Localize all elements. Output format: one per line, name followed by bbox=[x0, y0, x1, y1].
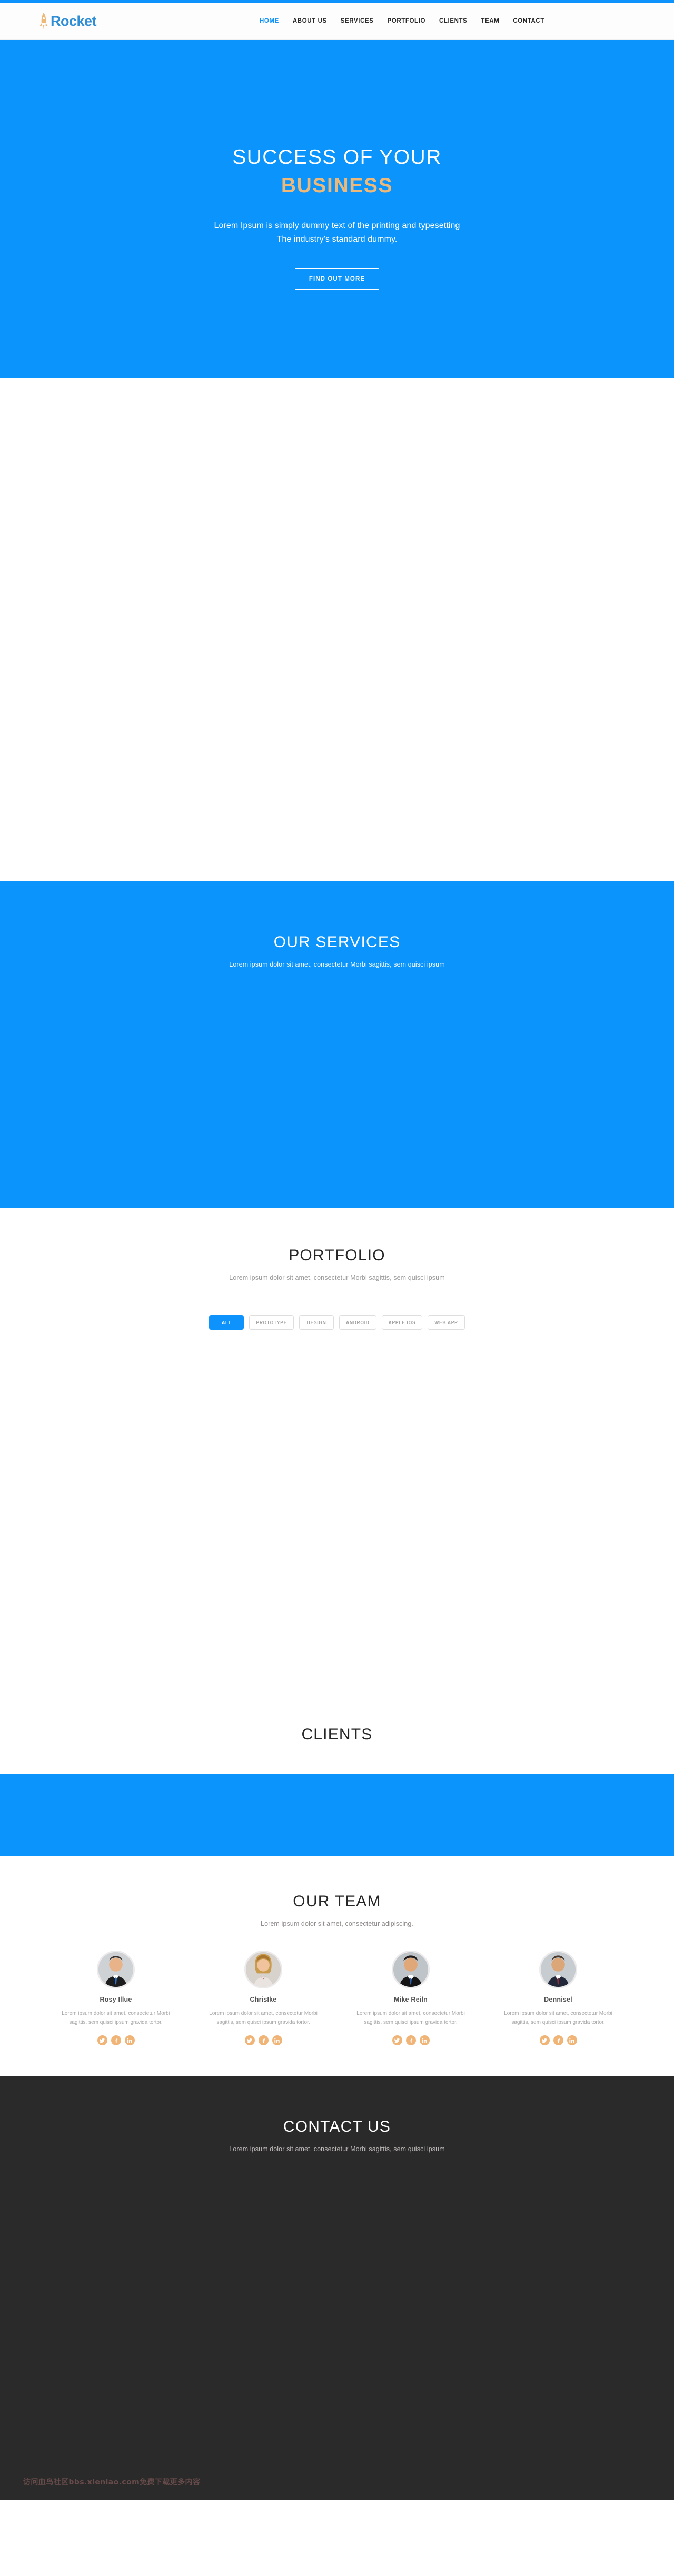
member-socials bbox=[343, 2035, 479, 2046]
portfolio-subtitle: Lorem ipsum dolor sit amet, consectetur … bbox=[229, 1274, 445, 1281]
team-member-card: Dennisel Lorem ipsum dolor sit amet, con… bbox=[490, 1951, 626, 2046]
twitter-icon[interactable] bbox=[539, 2035, 550, 2046]
facebook-icon[interactable] bbox=[405, 2035, 416, 2046]
main-nav: HOME ABOUT US SERVICES PORTFOLIO CLIENTS… bbox=[253, 3, 551, 39]
member-description: Lorem ipsum dolor sit amet, consectetur … bbox=[504, 2011, 612, 2026]
services-section: OUR SERVICES Lorem ipsum dolor sit amet,… bbox=[0, 881, 674, 1208]
member-description: Lorem ipsum dolor sit amet, consectetur … bbox=[356, 2011, 465, 2026]
portfolio-grid bbox=[0, 1330, 674, 1604]
contact-section: CONTACT US Lorem ipsum dolor sit amet, c… bbox=[0, 2076, 674, 2500]
watermark-text: 访问血鸟社区bbs.xienlao.com免费下载更多内容 bbox=[23, 2478, 201, 2487]
hero-title-line1: SUCCESS OF YOUR bbox=[232, 146, 442, 168]
find-out-more-button[interactable]: FIND OUT MORE bbox=[294, 268, 380, 290]
rocket-icon bbox=[38, 12, 51, 30]
nav-item-about-us[interactable]: ABOUT US bbox=[286, 18, 334, 24]
site-header: Rocket HOME ABOUT US SERVICES PORTFOLIO … bbox=[0, 3, 674, 40]
avatar bbox=[97, 1951, 135, 1988]
hero-title-line2: BUSINESS bbox=[281, 174, 393, 197]
hero-subtitle: Lorem Ipsum is simply dummy text of the … bbox=[0, 219, 674, 246]
filter-android[interactable]: ANDROID bbox=[339, 1315, 376, 1330]
brand-name: Rocket bbox=[51, 13, 97, 29]
clients-section: CLIENTS bbox=[0, 1706, 674, 1774]
avatar bbox=[244, 1951, 282, 1988]
filter-apple-ios[interactable]: APPLE IOS bbox=[381, 1315, 423, 1330]
facebook-icon[interactable] bbox=[553, 2035, 563, 2046]
services-cards-area bbox=[0, 968, 674, 1189]
member-socials bbox=[48, 2035, 184, 2046]
nav-item-services[interactable]: SERVICES bbox=[334, 18, 381, 24]
brand-logo[interactable]: Rocket bbox=[38, 12, 97, 30]
avatar bbox=[539, 1951, 577, 1988]
member-description: Lorem ipsum dolor sit amet, consectetur … bbox=[62, 2011, 170, 2026]
about-section bbox=[0, 378, 674, 881]
team-members-row: Rosy Illue Lorem ipsum dolor sit amet, c… bbox=[0, 1951, 674, 2046]
twitter-icon[interactable] bbox=[244, 2035, 255, 2046]
member-description: Lorem ipsum dolor sit amet, consectetur … bbox=[209, 2011, 318, 2026]
linkedin-icon[interactable] bbox=[272, 2035, 282, 2046]
hero-title: SUCCESS OF YOUR BUSINESS bbox=[0, 143, 674, 200]
team-member-card: Mike Reiln Lorem ipsum dolor sit amet, c… bbox=[343, 1951, 479, 2046]
member-name: Mike Reiln bbox=[394, 1996, 428, 2003]
services-subtitle: Lorem ipsum dolor sit amet, consectetur … bbox=[229, 961, 445, 968]
member-name: Rosy Illue bbox=[100, 1996, 132, 2003]
team-section: OUR TEAM Lorem ipsum dolor sit amet, con… bbox=[0, 1856, 674, 2076]
contact-subtitle: Lorem ipsum dolor sit amet, consectetur … bbox=[229, 2145, 445, 2153]
member-name: Dennisel bbox=[544, 1996, 572, 2003]
facebook-icon[interactable] bbox=[111, 2035, 121, 2046]
hero-subtitle-line1: Lorem Ipsum is simply dummy text of the … bbox=[214, 221, 460, 230]
clients-title: CLIENTS bbox=[301, 1726, 373, 1743]
nav-item-team[interactable]: TEAM bbox=[474, 18, 506, 24]
filter-design[interactable]: DESIGN bbox=[299, 1315, 334, 1330]
twitter-icon[interactable] bbox=[97, 2035, 107, 2046]
portfolio-section: PORTFOLIO Lorem ipsum dolor sit amet, co… bbox=[0, 1208, 674, 1706]
member-socials bbox=[195, 2035, 331, 2046]
nav-item-clients[interactable]: CLIENTS bbox=[432, 18, 474, 24]
member-socials bbox=[490, 2035, 626, 2046]
twitter-icon[interactable] bbox=[392, 2035, 402, 2046]
nav-item-home[interactable]: HOME bbox=[253, 18, 286, 24]
team-member-card: ChrisIke Lorem ipsum dolor sit amet, con… bbox=[195, 1951, 331, 2046]
hero-section: SUCCESS OF YOUR BUSINESS Lorem Ipsum is … bbox=[0, 40, 674, 378]
team-subtitle: Lorem ipsum dolor sit amet, consectetur … bbox=[261, 1920, 413, 1927]
linkedin-icon[interactable] bbox=[124, 2035, 135, 2046]
filter-all[interactable]: ALL bbox=[209, 1315, 244, 1330]
avatar bbox=[392, 1951, 430, 1988]
filter-web-app[interactable]: WEB APP bbox=[428, 1315, 465, 1330]
team-title: OUR TEAM bbox=[293, 1893, 381, 1910]
services-title: OUR SERVICES bbox=[273, 933, 401, 951]
facebook-icon[interactable] bbox=[258, 2035, 269, 2046]
nav-item-contact[interactable]: CONTACT bbox=[506, 18, 551, 24]
portfolio-filter-bar: ALL PROTOTYPE DESIGN ANDROID APPLE IOS W… bbox=[0, 1315, 674, 1330]
portfolio-title: PORTFOLIO bbox=[289, 1247, 385, 1264]
team-member-card: Rosy Illue Lorem ipsum dolor sit amet, c… bbox=[48, 1951, 184, 2046]
linkedin-icon[interactable] bbox=[419, 2035, 430, 2046]
hero-subtitle-line2: The industry's standard dummy. bbox=[276, 234, 398, 244]
member-name: ChrisIke bbox=[250, 1996, 277, 2003]
filter-prototype[interactable]: PROTOTYPE bbox=[249, 1315, 294, 1330]
linkedin-icon[interactable] bbox=[567, 2035, 577, 2046]
clients-logo-band bbox=[0, 1774, 674, 1856]
nav-item-portfolio[interactable]: PORTFOLIO bbox=[381, 18, 432, 24]
landing-page: Rocket HOME ABOUT US SERVICES PORTFOLIO … bbox=[0, 0, 674, 2500]
contact-title: CONTACT US bbox=[283, 2118, 391, 2136]
